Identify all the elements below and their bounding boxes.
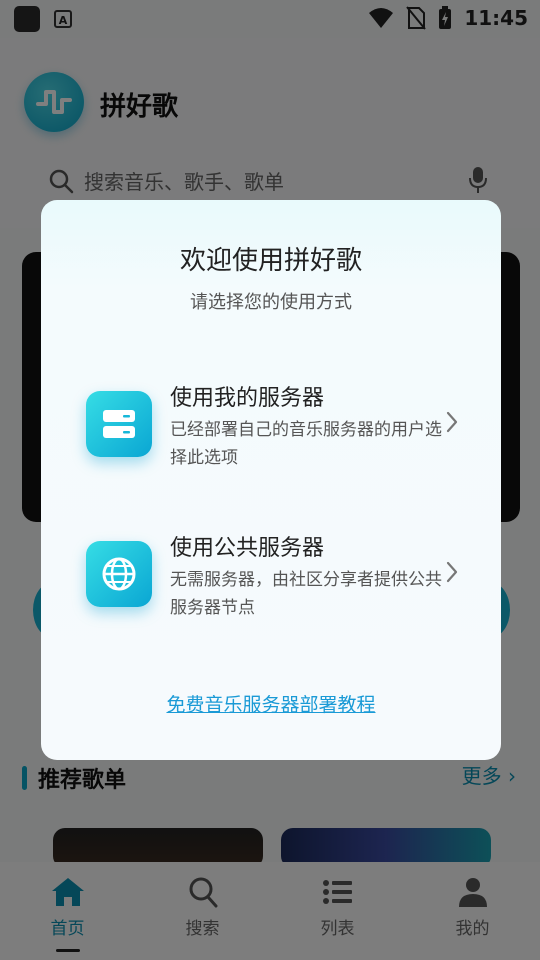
option-description: 已经部署自己的音乐服务器的用户选择此选项 <box>170 420 442 468</box>
deploy-tutorial-link[interactable]: 免费音乐服务器部署教程 <box>41 690 501 717</box>
dialog-subtitle: 请选择您的使用方式 <box>190 292 352 313</box>
option-public-server[interactable]: 使用公共服务器 无需服务器，由社区分享者提供公共服务器节点 <box>41 520 501 640</box>
globe-icon <box>86 541 152 607</box>
chevron-right-icon <box>446 411 458 433</box>
option-title: 使用我的服务器 <box>170 386 325 411</box>
dialog-title: 欢迎使用拼好歌 <box>179 246 362 276</box>
option-title: 使用公共服务器 <box>170 536 325 561</box>
chevron-right-icon <box>446 561 458 583</box>
option-description: 无需服务器，由社区分享者提供公共服务器节点 <box>170 570 442 618</box>
option-my-server[interactable]: 使用我的服务器 已经部署自己的音乐服务器的用户选择此选项 <box>41 370 501 490</box>
welcome-dialog: 欢迎使用拼好歌 请选择您的使用方式 使用我的服务器 已经部署自己的音乐服务器的用… <box>41 200 501 760</box>
server-icon <box>86 391 152 457</box>
